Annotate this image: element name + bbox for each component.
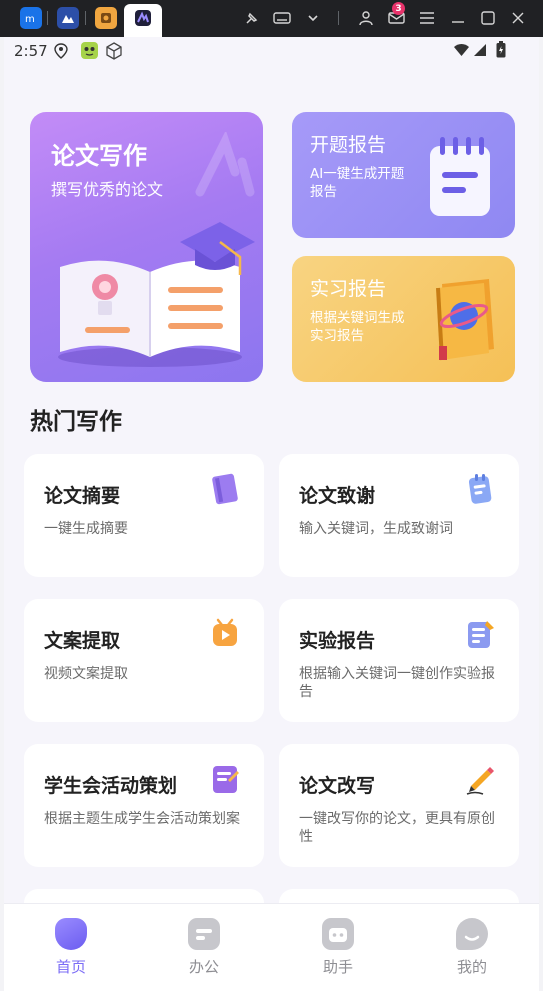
profile-icon	[456, 918, 488, 950]
status-time: 2:57	[14, 42, 48, 60]
tab-separator	[85, 11, 86, 25]
box-logo-icon	[101, 13, 111, 23]
hero-proposal-subtitle: AI一键生成开题报告	[310, 166, 405, 200]
ai-logo-icon	[135, 10, 151, 26]
card-thesis-abstract[interactable]: 论文摘要 一键生成摘要	[24, 454, 264, 577]
card-title: 学生会活动策划	[44, 775, 178, 797]
notepad-blue-icon	[468, 474, 492, 504]
nav-profile[interactable]: 我的	[432, 918, 512, 977]
toolbar-separator	[338, 11, 339, 25]
card-thesis-rewrite[interactable]: 论文改写 一键改写你的论文，更具有原创性	[279, 744, 519, 867]
card-description: 根据主题生成学生会活动策划案	[44, 811, 240, 827]
hero-internship-report[interactable]: 实习报告 根据关键词生成实习报告	[292, 256, 515, 382]
mountain-logo-icon	[62, 15, 74, 23]
battery-icon	[496, 41, 506, 58]
planner-book-icon	[213, 766, 239, 793]
hero-thesis-subtitle: 撰写优秀的论文	[51, 180, 164, 199]
app-mascot-icon	[81, 42, 98, 59]
card-copy-extraction[interactable]: 文案提取 视频文案提取	[24, 599, 264, 722]
active-tab-logo	[132, 7, 154, 29]
wifi-icon	[454, 44, 469, 56]
pencil-icon	[466, 767, 494, 795]
nav-label: 助手	[322, 958, 353, 976]
nav-office[interactable]: 办公	[164, 918, 244, 977]
nav-assistant[interactable]: 助手	[298, 918, 378, 977]
hero-proposal-title: 开题报告	[310, 134, 387, 156]
pin-icon[interactable]	[242, 8, 262, 28]
open-book-graduation-cap-icon	[58, 222, 255, 367]
card-title: 论文致谢	[299, 485, 376, 507]
ai-watermark-icon	[195, 132, 255, 197]
svg-text:m: m	[25, 14, 35, 25]
card-title: 论文摘要	[44, 485, 121, 507]
phone-screen: 2:57 论文写作 撰写优秀的论文 开题报告 AI一键生成开题报告 实习报告 根…	[4, 37, 539, 991]
card-description: 视频文案提取	[44, 666, 128, 682]
notification-badge: 3	[392, 2, 405, 15]
nav-label: 我的	[456, 958, 487, 976]
close-icon[interactable]	[508, 8, 528, 28]
card-title: 文案提取	[44, 630, 121, 652]
home-icon	[55, 918, 87, 950]
report-pen-icon	[468, 621, 494, 648]
status-bar: 2:57	[4, 37, 539, 65]
card-description: 根据输入关键词一键创作实验报告	[299, 666, 495, 700]
app-tab-3[interactable]	[95, 7, 117, 29]
app-tab-2[interactable]	[57, 7, 79, 29]
app-tab-1[interactable]: m	[20, 7, 42, 29]
hero-proposal-report[interactable]: 开题报告 AI一键生成开题报告	[292, 112, 515, 238]
nav-label: 办公	[188, 958, 219, 976]
cube-icon	[106, 42, 122, 60]
location-icon	[54, 43, 68, 59]
section-popular-writing-title: 热门写作	[30, 409, 122, 435]
card-description: 一键生成摘要	[44, 521, 128, 537]
card-lab-report[interactable]: 实验报告 根据输入关键词一键创作实验报告	[279, 599, 519, 722]
hero-internship-title: 实习报告	[310, 278, 387, 300]
chevron-down-icon[interactable]	[303, 8, 323, 28]
maximize-icon[interactable]	[478, 8, 498, 28]
card-title: 实验报告	[299, 630, 376, 652]
hero-thesis-title: 论文写作	[51, 142, 147, 170]
menu-icon[interactable]	[417, 8, 437, 28]
card-student-union-planning[interactable]: 学生会活动策划 根据主题生成学生会活动策划案	[24, 744, 264, 867]
robot-icon	[322, 918, 354, 950]
signal-icon	[474, 44, 486, 56]
hero-internship-subtitle: 根据关键词生成实习报告	[310, 310, 405, 344]
office-icon	[188, 918, 220, 950]
card-title: 论文改写	[299, 775, 376, 797]
app-logo-icon: m	[25, 14, 35, 25]
window-titlebar: m 3	[0, 0, 543, 37]
minimize-icon[interactable]	[448, 8, 468, 28]
card-thesis-acknowledgement[interactable]: 论文致谢 输入关键词，生成致谢词	[279, 454, 519, 577]
bottom-navigation: 首页 办公 助手 我的	[4, 903, 539, 991]
nav-label: 首页	[55, 958, 86, 976]
card-description: 输入关键词，生成致谢词	[299, 521, 453, 537]
card-description: 一键改写你的论文，更具有原创性	[299, 811, 495, 845]
video-play-icon	[213, 618, 237, 646]
user-icon[interactable]	[356, 8, 376, 28]
keyboard-icon[interactable]	[272, 8, 292, 28]
app-tab-active[interactable]	[124, 4, 162, 37]
tab-separator	[47, 11, 48, 25]
hero-thesis-writing[interactable]: 论文写作 撰写优秀的论文	[30, 112, 263, 382]
book-purple-icon	[212, 473, 238, 505]
nav-home[interactable]: 首页	[31, 918, 111, 977]
notepad-icon	[430, 137, 490, 216]
planet-book-icon	[436, 279, 494, 361]
